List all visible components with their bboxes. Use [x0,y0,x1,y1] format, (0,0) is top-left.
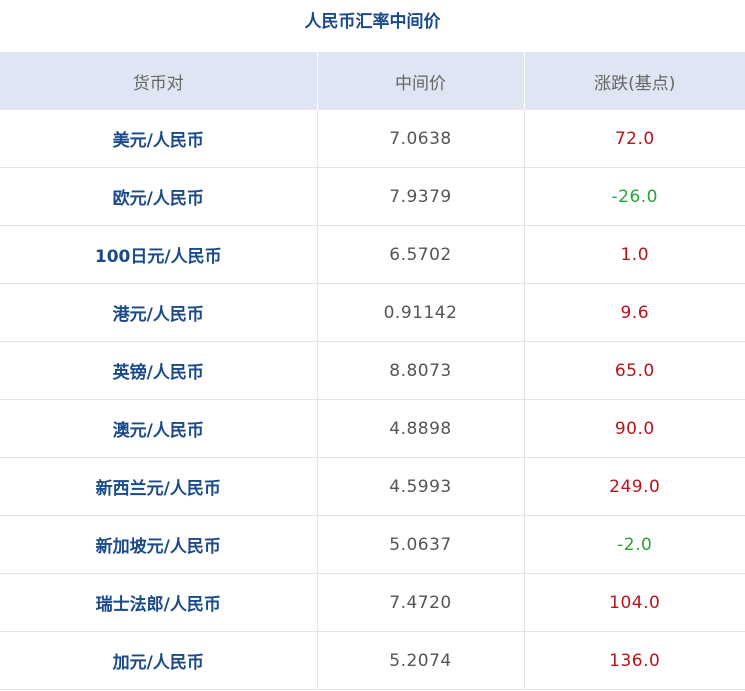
change-bp: -26.0 [524,167,745,226]
mid-rate: 5.2074 [317,631,525,690]
currency-pair[interactable]: 瑞士法郎/人民币 [0,573,318,632]
table-row: 瑞士法郎/人民币 7.4720 104.0 [0,573,745,632]
change-bp: 90.0 [524,399,745,458]
mid-rate: 7.0638 [317,110,525,168]
column-header-pair: 货币对 [0,52,318,110]
mid-rate: 4.5993 [317,457,525,516]
change-bp: 104.0 [524,573,745,632]
page-title: 人民币汇率中间价 [304,12,441,32]
change-bp: 1.0 [524,225,745,284]
currency-pair[interactable]: 100日元/人民币 [0,225,318,284]
table-row: 100日元/人民币 6.5702 1.0 [0,225,745,284]
currency-pair[interactable]: 澳元/人民币 [0,399,318,458]
table-row: 英镑/人民币 8.8073 65.0 [0,341,745,400]
table-header: 货币对 中间价 涨跌(基点) [0,52,745,110]
change-bp: 249.0 [524,457,745,516]
table-row: 加元/人民币 5.2074 136.0 [0,631,745,690]
change-bp: 9.6 [524,283,745,342]
mid-rate: 0.91142 [317,283,525,342]
change-bp: 72.0 [524,110,745,168]
currency-pair[interactable]: 加元/人民币 [0,631,318,690]
change-bp: 136.0 [524,631,745,690]
table-row: 新加坡元/人民币 5.0637 -2.0 [0,515,745,574]
table-row: 欧元/人民币 7.9379 -26.0 [0,167,745,226]
currency-pair[interactable]: 英镑/人民币 [0,341,318,400]
currency-pair[interactable]: 港元/人民币 [0,283,318,342]
currency-pair[interactable]: 新西兰元/人民币 [0,457,318,516]
change-bp: 65.0 [524,341,745,400]
currency-pair[interactable]: 美元/人民币 [0,110,318,168]
currency-pair[interactable]: 新加坡元/人民币 [0,515,318,574]
rates-table: 货币对 中间价 涨跌(基点) 美元/人民币 7.0638 72.0 欧元/人民币… [0,52,745,690]
mid-rate: 7.9379 [317,167,525,226]
currency-pair[interactable]: 欧元/人民币 [0,167,318,226]
table-row: 新西兰元/人民币 4.5993 249.0 [0,457,745,516]
column-header-change: 涨跌(基点) [524,52,745,110]
column-header-mid: 中间价 [317,52,525,110]
mid-rate: 7.4720 [317,573,525,632]
table-row: 港元/人民币 0.91142 9.6 [0,283,745,342]
header-row: 货币对 中间价 涨跌(基点) [0,52,745,110]
mid-rate: 4.8898 [317,399,525,458]
mid-rate: 6.5702 [317,225,525,284]
mid-rate: 5.0637 [317,515,525,574]
table-body: 美元/人民币 7.0638 72.0 欧元/人民币 7.9379 -26.0 1… [0,110,745,690]
table-row: 美元/人民币 7.0638 72.0 [0,110,745,168]
change-bp: -2.0 [524,515,745,574]
table-row: 澳元/人民币 4.8898 90.0 [0,399,745,458]
mid-rate: 8.8073 [317,341,525,400]
